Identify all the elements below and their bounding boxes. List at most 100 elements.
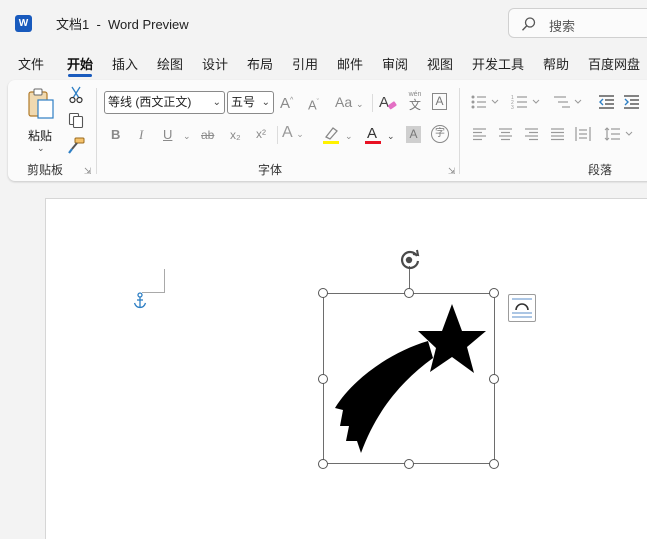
character-shading-icon: A xyxy=(409,127,418,141)
justify-icon[interactable] xyxy=(550,127,565,141)
tab-references[interactable]: 引用 xyxy=(292,54,318,73)
character-shading-button[interactable]: A xyxy=(406,126,421,143)
window-title: 文档1 - Word Preview xyxy=(56,17,189,32)
shrink-font-icon: A xyxy=(308,97,317,113)
resize-handle-top[interactable] xyxy=(404,288,414,298)
paste-label: 粘贴 xyxy=(28,129,53,143)
tab-mailings[interactable]: 邮件 xyxy=(337,54,363,73)
resize-handle-top-left[interactable] xyxy=(318,288,328,298)
tab-baidu-netdisk[interactable]: 百度网盘 xyxy=(588,54,640,73)
change-case-icon: Aa xyxy=(335,94,353,110)
shooting-star-icon[interactable] xyxy=(330,300,490,460)
font-name-combo[interactable]: 等线 (西文正文) ⌄ xyxy=(104,91,225,114)
search-label: 搜索 xyxy=(549,19,576,34)
font-launcher-icon[interactable]: ⇲ xyxy=(448,166,456,177)
highlighter-icon xyxy=(325,127,338,140)
svg-text:A: A xyxy=(379,94,389,111)
character-border-button[interactable]: A xyxy=(432,93,447,110)
font-color-button[interactable]: A xyxy=(364,125,384,145)
strikethrough-button[interactable]: ab xyxy=(201,127,214,143)
chevron-down-icon: ⌄ xyxy=(37,143,45,153)
group-separator xyxy=(459,88,460,174)
layout-options-button[interactable] xyxy=(508,294,536,322)
underline-button[interactable]: U xyxy=(163,127,172,143)
underline-icon: U xyxy=(163,127,173,142)
font-size-combo[interactable]: 五号 ⌄ xyxy=(227,91,274,114)
cut-icon[interactable] xyxy=(69,86,83,104)
tab-design[interactable]: 设计 xyxy=(202,54,228,73)
highlight-color-bar xyxy=(323,141,339,144)
resize-handle-bottom-left[interactable] xyxy=(318,459,328,469)
text-effects-icon: A xyxy=(282,124,292,141)
font-group-label: 字体 xyxy=(258,163,283,177)
phonetic-bottom: 文 xyxy=(408,98,421,112)
text-effects-button[interactable]: A ⌄ xyxy=(282,125,304,142)
paste-icon xyxy=(28,88,54,119)
margin-corner-mark xyxy=(164,269,165,293)
enclose-characters-button[interactable]: 字 xyxy=(431,125,449,143)
numbering-icon[interactable]: 123 xyxy=(511,94,541,110)
decrease-indent-icon[interactable] xyxy=(598,94,615,110)
line-spacing-icon[interactable] xyxy=(604,126,634,142)
resize-handle-top-right[interactable] xyxy=(489,288,499,298)
character-border-icon: A xyxy=(435,94,444,108)
paragraph-group-label: 段落 xyxy=(588,163,613,177)
tab-insert[interactable]: 插入 xyxy=(112,54,138,73)
chevron-down-icon: ⌄ xyxy=(261,97,270,108)
chevron-down-icon: ⌄ xyxy=(212,97,221,108)
group-separator xyxy=(277,126,278,144)
clear-formatting-icon[interactable]: A xyxy=(378,92,398,112)
align-right-icon[interactable] xyxy=(524,127,539,141)
align-left-icon[interactable] xyxy=(472,127,487,141)
svg-text:3: 3 xyxy=(511,105,514,110)
phonetic-guide-button[interactable]: wén 文 xyxy=(406,90,424,114)
group-separator xyxy=(372,94,373,112)
clipboard-launcher-icon[interactable]: ⇲ xyxy=(84,166,92,177)
group-separator xyxy=(96,88,97,174)
multilevel-list-icon[interactable] xyxy=(553,94,583,110)
chevron-down-icon[interactable]: ⌄ xyxy=(345,128,353,144)
paste-button[interactable]: 粘贴 ⌄ xyxy=(22,87,58,155)
grow-font-icon: A xyxy=(280,95,291,112)
grow-font-button[interactable]: A^ xyxy=(280,93,293,112)
enclose-characters-icon: 字 xyxy=(435,128,445,139)
resize-handle-bottom-right[interactable] xyxy=(489,459,499,469)
tab-draw[interactable]: 绘图 xyxy=(157,54,183,73)
resize-handle-right[interactable] xyxy=(489,374,499,384)
resize-handle-bottom[interactable] xyxy=(404,459,414,469)
word-app-icon: W xyxy=(15,15,32,32)
tab-home[interactable]: 开始 xyxy=(67,54,93,73)
layout-options-icon xyxy=(512,298,532,318)
active-tab-indicator xyxy=(68,74,92,77)
search-icon xyxy=(521,17,536,31)
superscript-button[interactable]: x² xyxy=(256,126,266,142)
distributed-icon[interactable] xyxy=(575,126,591,142)
chevron-down-icon[interactable]: ⌄ xyxy=(387,128,395,144)
tab-layout[interactable]: 布局 xyxy=(247,54,273,73)
font-size-value: 五号 xyxy=(231,95,256,109)
align-center-icon[interactable] xyxy=(498,127,513,141)
bold-button[interactable]: B xyxy=(111,127,120,143)
format-painter-icon[interactable] xyxy=(68,137,85,154)
change-case-button[interactable]: Aa ⌄ xyxy=(335,94,364,112)
tab-help[interactable]: 帮助 xyxy=(543,54,569,73)
copy-icon[interactable] xyxy=(68,112,84,128)
tab-file[interactable]: 文件 xyxy=(18,54,44,73)
shrink-font-button[interactable]: Aˇ xyxy=(308,95,319,113)
tab-review[interactable]: 审阅 xyxy=(382,54,408,73)
tab-developer[interactable]: 开发工具 xyxy=(472,54,524,73)
title-bar: W 文档1 - Word Preview 搜索 xyxy=(0,0,647,46)
highlight-button[interactable] xyxy=(322,126,342,146)
tab-view[interactable]: 视图 xyxy=(427,54,453,73)
rotate-handle-icon[interactable] xyxy=(398,249,422,271)
ribbon-panel: 粘贴 ⌄ 剪贴板 ⇲ 等线 (西文正文) ⌄ 五号 ⌄ A^ Aˇ Aa ⌄ A… xyxy=(8,80,647,181)
ribbon-tabs: 文件 开始 插入 绘图 设计 布局 引用 邮件 审阅 视图 开发工具 帮助 百度… xyxy=(0,50,647,78)
resize-handle-left[interactable] xyxy=(318,374,328,384)
increase-indent-icon[interactable] xyxy=(623,94,640,110)
search-box[interactable]: 搜索 xyxy=(508,8,647,38)
anchor-icon xyxy=(133,292,147,309)
chevron-down-icon[interactable]: ⌄ xyxy=(183,128,191,144)
italic-button[interactable]: I xyxy=(139,127,143,143)
subscript-button[interactable]: x₂ xyxy=(230,127,241,143)
bullets-icon[interactable] xyxy=(470,94,500,110)
